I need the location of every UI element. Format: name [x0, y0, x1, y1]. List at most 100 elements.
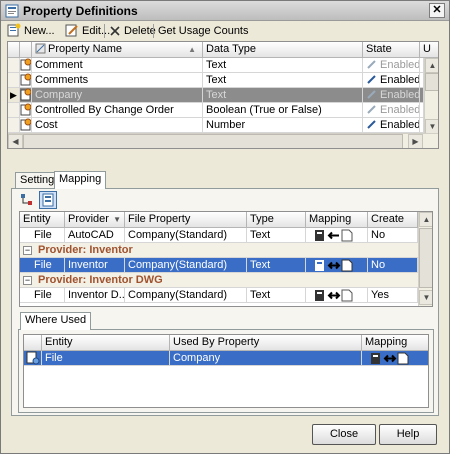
where-used-panel: Entity Used By Property Mapping File Com…	[18, 329, 434, 413]
row-indicator[interactable]: ▶	[8, 88, 20, 103]
column-header-data-type[interactable]: Data Type	[203, 42, 363, 58]
column-header-u[interactable]: U	[420, 42, 438, 58]
window-title: Property Definitions	[23, 4, 138, 18]
scroll-up-icon[interactable]: ▲	[425, 58, 438, 73]
property-state: Enabled	[363, 118, 420, 133]
property-grid-horizontal-scrollbar[interactable]: ◀ ▶	[8, 133, 438, 148]
mapping-file-property: Company(Standard)	[125, 258, 247, 273]
row-indicator[interactable]	[8, 58, 20, 73]
title-bar: Property Definitions ✕	[1, 1, 449, 21]
scroll-thumb[interactable]	[419, 228, 432, 288]
property-data-type: Number	[203, 118, 363, 133]
property-data-type: Text	[203, 58, 363, 73]
mapping-provider: Inventor	[65, 258, 125, 273]
mapping-direction-cell[interactable]	[306, 228, 368, 243]
mapping-entity: File	[20, 258, 65, 273]
map-grid-icon[interactable]	[39, 191, 57, 209]
column-header-mapping[interactable]: Mapping	[362, 335, 428, 351]
property-state-label: Enabled	[380, 104, 420, 116]
property-state: Enabled	[363, 73, 420, 88]
mapping-provider: Inventor D...	[65, 288, 125, 303]
property-icon	[20, 88, 31, 101]
column-header-file-property[interactable]: File Property	[125, 212, 247, 228]
toolbar-separator	[153, 24, 154, 38]
column-icon	[35, 43, 46, 54]
column-header-entity[interactable]: Entity	[42, 335, 170, 351]
map-bidirectional-icon	[315, 289, 353, 302]
property-state: Enabled	[363, 103, 420, 118]
mapping-direction-cell[interactable]	[306, 258, 368, 273]
property-grid-vertical-scrollbar[interactable]: ▲ ▼	[424, 58, 438, 134]
row-indicator[interactable]	[8, 73, 20, 88]
get-usage-counts-label: Get Usage Counts	[158, 25, 249, 37]
property-state-label: Enabled	[380, 59, 420, 71]
toolbar: New... Edit... Delete Get Usage Counts	[3, 21, 447, 41]
column-header-state[interactable]: State	[363, 42, 420, 58]
where-used-entity: File	[42, 351, 170, 366]
where-used-mapping-cell[interactable]	[362, 351, 428, 366]
filter-dropdown-icon[interactable]: ▼	[113, 212, 121, 227]
toolbar-separator	[104, 24, 105, 38]
column-header-create[interactable]: Create	[368, 212, 418, 228]
column-header-used-by-property[interactable]: Used By Property	[170, 335, 362, 351]
help-button[interactable]: Help	[379, 424, 437, 445]
mapping-entity: File	[20, 228, 65, 243]
new-icon	[7, 23, 21, 37]
property-name: Comment	[32, 58, 203, 73]
mapping-direction-cell[interactable]	[306, 288, 368, 303]
scroll-down-icon[interactable]: ▼	[419, 290, 432, 305]
delete-icon	[110, 26, 120, 36]
get-usage-counts-button[interactable]: Get Usage Counts	[158, 23, 249, 39]
close-button[interactable]: Close	[312, 424, 376, 445]
scroll-thumb[interactable]	[425, 73, 438, 91]
property-icon-cell	[20, 73, 32, 88]
scroll-thumb[interactable]	[23, 134, 403, 148]
map-tree-icon[interactable]	[20, 193, 34, 207]
column-header-provider[interactable]: Provider ▼	[65, 212, 125, 228]
property-state: Enabled	[363, 88, 420, 103]
property-icon-cell	[20, 118, 32, 133]
group-header-inventor-dwg[interactable]: − Provider: Inventor DWG	[20, 273, 418, 288]
column-header-mapping[interactable]: Mapping	[306, 212, 368, 228]
property-grid: Property Name ▲ Data Type State U Commen…	[7, 41, 439, 149]
state-pencil-icon	[367, 120, 376, 129]
close-window-button[interactable]: ✕	[429, 3, 445, 18]
row-indicator[interactable]	[8, 118, 20, 133]
property-icon	[20, 103, 31, 116]
group-header-inventor[interactable]: − Provider: Inventor	[20, 243, 418, 258]
new-button[interactable]: New...	[7, 23, 55, 39]
property-state-label: Enabled	[380, 74, 420, 86]
property-data-type: Boolean (True or False)	[203, 103, 363, 118]
delete-button[interactable]: Delete	[109, 23, 156, 39]
property-icon	[20, 118, 31, 131]
property-name: Company	[32, 88, 203, 103]
tab-mapping[interactable]: Mapping	[54, 171, 107, 189]
column-label: Property Name	[48, 43, 122, 55]
scroll-up-icon[interactable]: ▲	[419, 212, 432, 227]
mapping-type: Text	[247, 258, 306, 273]
row-indicator[interactable]	[8, 103, 20, 118]
delete-label: Delete	[124, 25, 156, 37]
column-label: Provider	[68, 213, 109, 225]
column-header-type[interactable]: Type	[247, 212, 306, 228]
column-header-entity[interactable]: Entity	[20, 212, 65, 228]
collapse-group-icon[interactable]: −	[23, 246, 32, 255]
mapping-grid: Entity Provider ▼ File Property Type Map…	[19, 211, 433, 307]
property-state: Enabled	[363, 58, 420, 73]
mapping-type: Text	[247, 288, 306, 303]
where-used-row-icon-cell	[24, 351, 42, 366]
mapping-grid-vertical-scrollbar[interactable]: ▲ ▼	[418, 212, 432, 306]
sort-ascending-icon: ▲	[188, 45, 196, 54]
mapping-provider: AutoCAD	[65, 228, 125, 243]
map-bidirectional-icon	[371, 352, 409, 365]
scroll-left-icon[interactable]: ◀	[8, 134, 23, 148]
tab-where-used[interactable]: Where Used	[20, 312, 92, 330]
collapse-group-icon[interactable]: −	[23, 276, 32, 285]
column-header-property-name[interactable]: Property Name ▲	[32, 42, 203, 58]
scroll-right-icon[interactable]: ▶	[408, 134, 423, 148]
scroll-down-icon[interactable]: ▼	[425, 119, 438, 134]
property-data-type: Text	[203, 88, 363, 103]
property-state-label: Enabled	[380, 89, 420, 101]
group-label: Provider: Inventor DWG	[38, 274, 163, 286]
map-bidirectional-icon	[315, 259, 353, 272]
